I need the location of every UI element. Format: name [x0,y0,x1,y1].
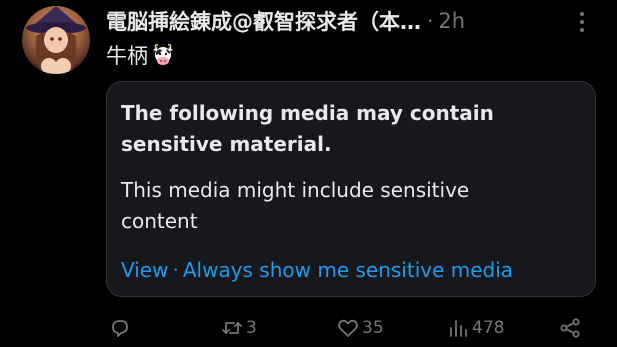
author-display-name[interactable]: 電脳挿絵錬成@叡智探求者（本… [106,6,421,36]
like-count: 35 [362,318,384,338]
post-text: 牛柄 [106,40,176,70]
avatar-image [26,6,86,74]
sensitive-warning-actions: View · Always show me sensitive media [121,255,513,285]
post[interactable]: 電脳挿絵錬成@叡智探求者（本… · 2h 牛柄 The following me… [0,0,617,347]
action-separator: · [172,258,179,282]
reply-button[interactable] [108,312,134,344]
view-media-link[interactable]: View [121,258,168,282]
post-actions-bar: 3 35 478 [106,312,590,344]
views-bar-chart-icon [450,320,467,337]
avatar[interactable] [22,6,90,74]
post-header: 電脳挿絵錬成@叡智探求者（本… · 2h [106,6,465,36]
share-button[interactable] [558,312,582,344]
repost-icon [222,322,242,334]
share-icon [560,318,580,338]
cow-face-emoji-icon [150,43,176,67]
repost-count: 3 [246,318,257,338]
repost-button[interactable]: 3 [220,312,257,344]
sensitive-media-card: The following media may contain sensitiv… [106,81,596,297]
sensitive-warning-title: The following media may contain sensitiv… [121,101,494,156]
post-text-content: 牛柄 [106,44,148,68]
always-show-sensitive-link[interactable]: Always show me sensitive media [183,258,513,282]
post-timestamp[interactable]: 2h [438,9,465,33]
view-count: 478 [472,318,505,338]
heart-icon [338,319,358,337]
reply-icon [112,320,128,337]
like-button[interactable]: 35 [336,312,384,344]
views-button[interactable]: 478 [446,312,504,344]
header-separator: · [427,9,434,33]
more-vertical-icon[interactable] [572,10,592,34]
sensitive-warning-description: This media might include sensitive conte… [121,178,470,233]
